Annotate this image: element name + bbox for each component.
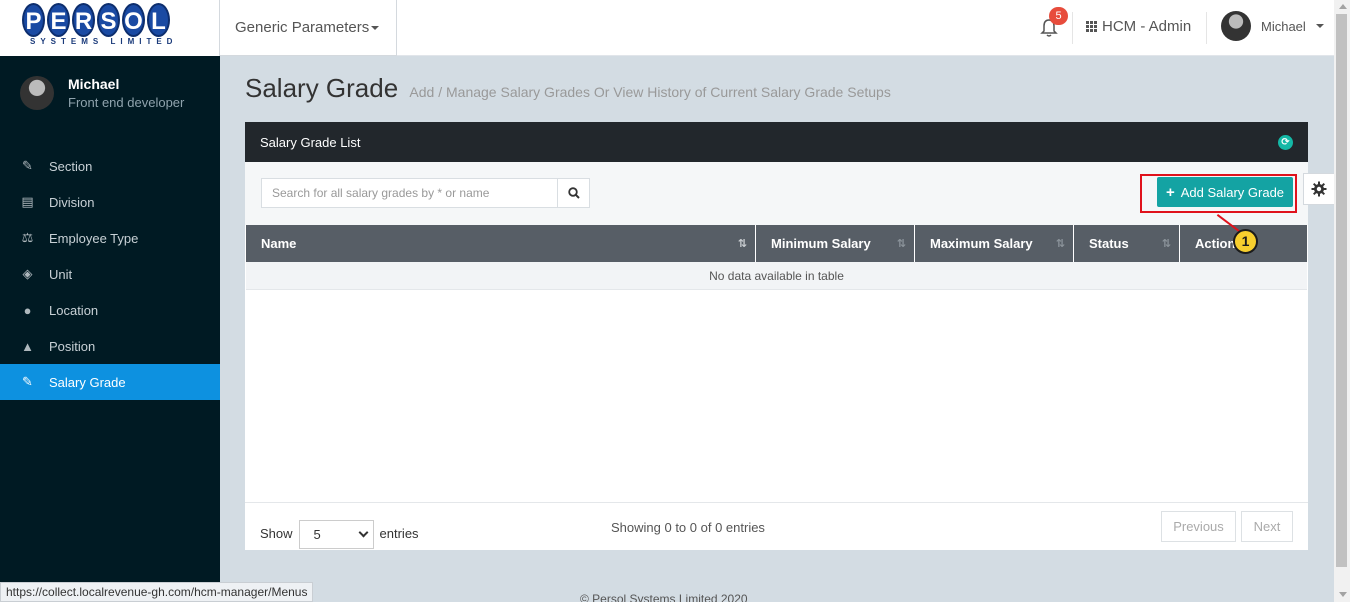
empty-table-message: No data available in table	[246, 262, 1307, 290]
app-label: HCM - Admin	[1102, 18, 1192, 35]
search-icon	[567, 187, 580, 199]
search-input[interactable]: Search for all salary grades by * or nam…	[261, 178, 558, 208]
persol-logo[interactable]: PERSOL SYSTEMS LIMITED	[0, 0, 220, 56]
top-bar: PERSOL SYSTEMS LIMITED Generic Parameter…	[0, 0, 1334, 56]
generic-parameters-menu[interactable]: Generic Parameters	[219, 0, 397, 56]
notification-badge: 5	[1049, 7, 1068, 25]
sidebar-item-label: Section	[49, 158, 93, 174]
column-label: Action	[1195, 236, 1236, 251]
logo-letter: R	[72, 3, 95, 37]
logo-letter: O	[122, 3, 145, 37]
profile-role: Front end developer	[68, 95, 185, 110]
pagination-info: Showing 0 to 0 of 0 entries	[611, 520, 765, 535]
page-size-control: Show 5 entries	[260, 517, 419, 549]
page-subtitle: Add / Manage Salary Grades Or View Histo…	[409, 84, 891, 100]
logo-wordmark: PERSOL	[22, 3, 170, 37]
avatar	[1221, 11, 1251, 41]
sidebar-item-position[interactable]: ▲ Position	[0, 328, 220, 364]
logo-subtitle: SYSTEMS LIMITED	[30, 37, 178, 46]
add-button-label: Add Salary Grade	[1180, 184, 1285, 200]
sidebar-profile: Michael Front end developer	[20, 76, 184, 110]
column-header-minimum-salary[interactable]: Minimum Salary ⇅	[756, 225, 915, 262]
building-icon: ▤	[21, 194, 34, 209]
profile-name: Michael	[68, 76, 120, 92]
user-menu[interactable]: Michael	[1221, 11, 1324, 41]
logo-letter: S	[97, 3, 120, 37]
sort-icon: ⇅	[1055, 238, 1065, 250]
column-header-status[interactable]: Status ⇅	[1074, 225, 1180, 262]
scale-icon: ⚖	[21, 230, 34, 245]
divider	[1072, 12, 1073, 44]
caret-down-icon	[371, 26, 380, 31]
refresh-icon[interactable]: ⟳	[1278, 135, 1293, 150]
sidebar-nav: ✎ Section ▤ Division ⚖ Employee Type ◈ Unit ● Loc…	[0, 148, 220, 400]
show-label: Show	[260, 525, 293, 541]
page-size-select[interactable]: 5	[298, 520, 374, 549]
step-marker: 1	[1233, 229, 1258, 254]
column-label: Minimum Salary	[771, 236, 871, 251]
next-page-button[interactable]: Next	[1241, 511, 1293, 542]
graduation-cap-icon: ▲	[21, 338, 34, 354]
sidebar-item-salary-grade[interactable]: ✎ Salary Grade	[0, 364, 220, 400]
card-header: Salary Grade List ⟳	[245, 122, 1308, 162]
settings-tab[interactable]	[1303, 173, 1334, 205]
sort-icon: ⇅	[1161, 238, 1171, 250]
sort-icon: ⇅	[737, 238, 747, 250]
add-salary-grade-button[interactable]: + Add Salary Grade	[1157, 177, 1293, 207]
map-pin-icon: ●	[23, 302, 32, 318]
page-title: Salary Grade Add / Manage Salary Grades …	[245, 73, 891, 104]
logo-letter: E	[47, 3, 70, 37]
app-switcher[interactable]: HCM - Admin	[1086, 18, 1191, 35]
tag-icon: ◈	[22, 266, 33, 281]
menu-label: Generic Parameters	[235, 19, 370, 36]
sidebar-item-label: Employee Type	[49, 230, 139, 246]
page-size-value: 5	[313, 527, 321, 542]
logo-letter: L	[147, 3, 170, 37]
scroll-down-icon[interactable]	[1339, 592, 1347, 597]
table-header: Name ⇅ Minimum Salary ⇅ Maximum Salary ⇅ St…	[246, 225, 1307, 262]
column-header-name[interactable]: Name ⇅	[246, 225, 756, 262]
pushpin-icon: ✎	[22, 374, 33, 389]
divider	[245, 502, 1308, 503]
column-label: Maximum Salary	[930, 236, 1033, 251]
salary-grade-table: Name ⇅ Minimum Salary ⇅ Maximum Salary ⇅ St…	[246, 225, 1307, 290]
search-button[interactable]	[557, 178, 590, 208]
user-name: Michael	[1261, 18, 1306, 34]
sidebar-item-section[interactable]: ✎ Section	[0, 148, 220, 184]
logo-letter: P	[22, 3, 45, 37]
sort-icon: ⇅	[896, 238, 906, 250]
previous-page-button[interactable]: Previous	[1161, 511, 1236, 542]
scrollbar-thumb[interactable]	[1336, 14, 1347, 567]
pushpin-icon: ✎	[22, 158, 33, 173]
status-url: https://collect.localrevenue-gh.com/hcm-…	[0, 582, 314, 602]
page-title-text: Salary Grade	[245, 73, 399, 103]
sidebar-item-unit[interactable]: ◈ Unit	[0, 256, 220, 292]
sidebar-item-label: Position	[49, 338, 96, 354]
gear-icon	[1311, 181, 1327, 197]
card-title: Salary Grade List	[260, 135, 361, 150]
divider	[1206, 12, 1207, 44]
sidebar-item-label: Salary Grade	[49, 374, 126, 390]
plus-icon: +	[1165, 183, 1175, 201]
chevron-down-icon	[358, 527, 368, 538]
sidebar-item-label: Division	[49, 194, 95, 210]
caret-down-icon	[1315, 24, 1324, 28]
column-label: Status	[1089, 236, 1129, 251]
sidebar-item-division[interactable]: ▤ Division	[0, 184, 220, 220]
column-header-maximum-salary[interactable]: Maximum Salary ⇅	[915, 225, 1074, 262]
column-label: Name	[261, 236, 297, 251]
avatar	[20, 76, 54, 110]
sidebar: Michael Front end developer ✎ Section ▤ Div…	[0, 56, 220, 602]
sidebar-item-label: Unit	[49, 266, 73, 282]
sidebar-item-label: Location	[49, 302, 99, 318]
sidebar-item-location[interactable]: ● Location	[0, 292, 220, 328]
scroll-up-icon[interactable]	[1339, 4, 1347, 9]
entries-label: entries	[379, 525, 419, 541]
copyright: © Persol Systems Limited 2020	[580, 592, 748, 602]
sidebar-item-employee-type[interactable]: ⚖ Employee Type	[0, 220, 220, 256]
grid-icon	[1086, 21, 1097, 32]
